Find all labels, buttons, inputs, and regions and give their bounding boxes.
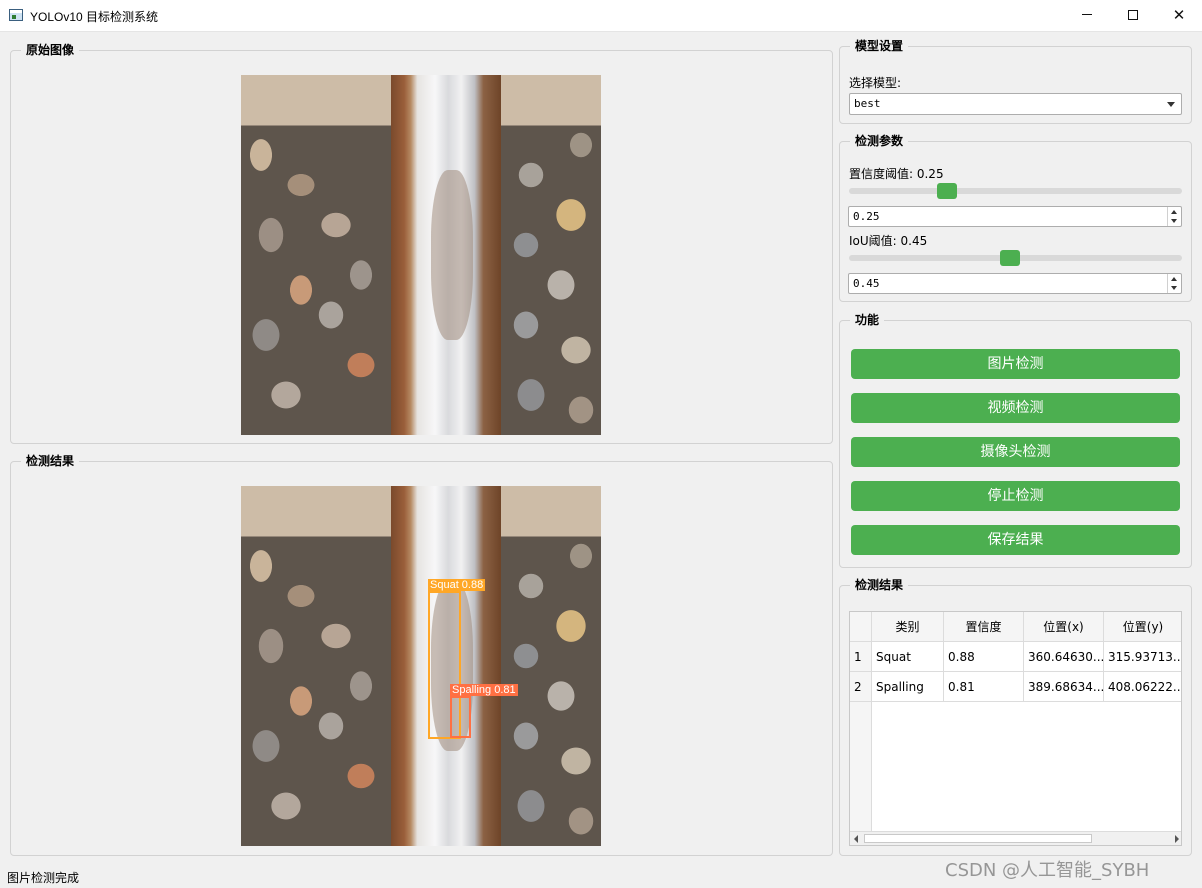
cell-class[interactable]: Squat — [872, 642, 944, 672]
table-header: 类别 置信度 位置(x) 位置(y) — [850, 612, 1181, 642]
iou-slider-handle[interactable] — [1000, 250, 1020, 266]
cell-class[interactable]: Spalling — [872, 672, 944, 702]
spin-up-icon[interactable] — [1171, 277, 1177, 281]
table-corner[interactable] — [850, 612, 872, 642]
column-header-confidence[interactable]: 置信度 — [944, 612, 1024, 642]
horizontal-scrollbar[interactable] — [850, 831, 1181, 845]
original-image-title: 原始图像 — [21, 42, 80, 58]
conf-threshold-value: 0.25 — [853, 210, 880, 223]
cell-confidence[interactable]: 0.81 — [944, 672, 1024, 702]
maximize-icon — [1128, 9, 1138, 20]
cell-x[interactable]: 360.64630... — [1024, 642, 1104, 672]
iou-threshold-slider[interactable] — [849, 250, 1182, 266]
bbox-label-squat: Squat 0.88 — [428, 579, 486, 591]
cell-y[interactable]: 315.93713... — [1104, 642, 1181, 672]
title-bar: YOLOv10 目标检测系统 ✕ — [0, 0, 1202, 32]
conf-threshold-spinbox[interactable]: 0.25 — [848, 206, 1182, 227]
model-select-label: 选择模型: — [849, 76, 902, 90]
bbox-label-spalling: Spalling 0.81 — [450, 684, 518, 696]
model-settings-title: 模型设置 — [850, 38, 909, 54]
spin-down-icon[interactable] — [1171, 286, 1177, 290]
chevron-down-icon — [1167, 102, 1175, 107]
app-icon — [9, 9, 23, 21]
minimize-button[interactable] — [1064, 0, 1110, 31]
image-detect-button[interactable]: 图片检测 — [851, 349, 1180, 379]
window-title: YOLOv10 目标检测系统 — [30, 10, 159, 24]
spin-down-icon[interactable] — [1171, 219, 1177, 223]
row-index[interactable]: 2 — [850, 672, 872, 702]
column-header-x[interactable]: 位置(x) — [1024, 612, 1104, 642]
minimize-icon — [1082, 14, 1092, 15]
result-image: Squat 0.88 Spalling 0.81 — [241, 486, 601, 846]
conf-threshold-label: 置信度阈值: 0.25 — [849, 167, 944, 181]
iou-threshold-label: IoU阈值: 0.45 — [849, 234, 928, 248]
original-image — [241, 75, 601, 435]
status-text: 图片检测完成 — [7, 871, 80, 885]
cell-y[interactable]: 408.06222... — [1104, 672, 1181, 702]
result-image-title: 检测结果 — [21, 453, 80, 469]
save-result-button[interactable]: 保存结果 — [851, 525, 1180, 555]
scroll-left-icon[interactable] — [854, 835, 858, 843]
watermark-text: CSDN @人工智能_SYBH — [945, 860, 1150, 881]
table-row[interactable]: 1 Squat 0.88 360.64630... 315.93713... — [850, 642, 1181, 672]
iou-threshold-spinbox[interactable]: 0.45 — [848, 273, 1182, 294]
conf-threshold-slider[interactable] — [849, 183, 1182, 199]
scrollbar-thumb[interactable] — [864, 834, 1092, 843]
results-table: 类别 置信度 位置(x) 位置(y) 1 Squat 0.88 360.6463… — [849, 611, 1182, 846]
maximize-button[interactable] — [1110, 0, 1156, 31]
functions-title: 功能 — [850, 312, 885, 328]
close-icon: ✕ — [1172, 6, 1186, 24]
table-row[interactable]: 2 Spalling 0.81 389.68634... 408.06222..… — [850, 672, 1181, 702]
close-button[interactable]: ✕ — [1156, 0, 1202, 31]
cell-x[interactable]: 389.68634... — [1024, 672, 1104, 702]
results-title: 检测结果 — [850, 577, 909, 593]
detection-params-title: 检测参数 — [850, 133, 909, 149]
model-select-value: best — [854, 97, 881, 110]
row-index[interactable]: 1 — [850, 642, 872, 672]
spin-up-icon[interactable] — [1171, 210, 1177, 214]
camera-detect-button[interactable]: 摄像头检测 — [851, 437, 1180, 467]
stop-detect-button[interactable]: 停止检测 — [851, 481, 1180, 511]
cell-confidence[interactable]: 0.88 — [944, 642, 1024, 672]
iou-threshold-value: 0.45 — [853, 277, 880, 290]
scroll-right-icon[interactable] — [1175, 835, 1179, 843]
column-header-class[interactable]: 类别 — [872, 612, 944, 642]
bbox-spalling — [450, 696, 471, 738]
video-detect-button[interactable]: 视频检测 — [851, 393, 1180, 423]
column-header-y[interactable]: 位置(y) — [1104, 612, 1181, 642]
conf-slider-handle[interactable] — [937, 183, 957, 199]
model-select[interactable]: best — [849, 93, 1182, 115]
